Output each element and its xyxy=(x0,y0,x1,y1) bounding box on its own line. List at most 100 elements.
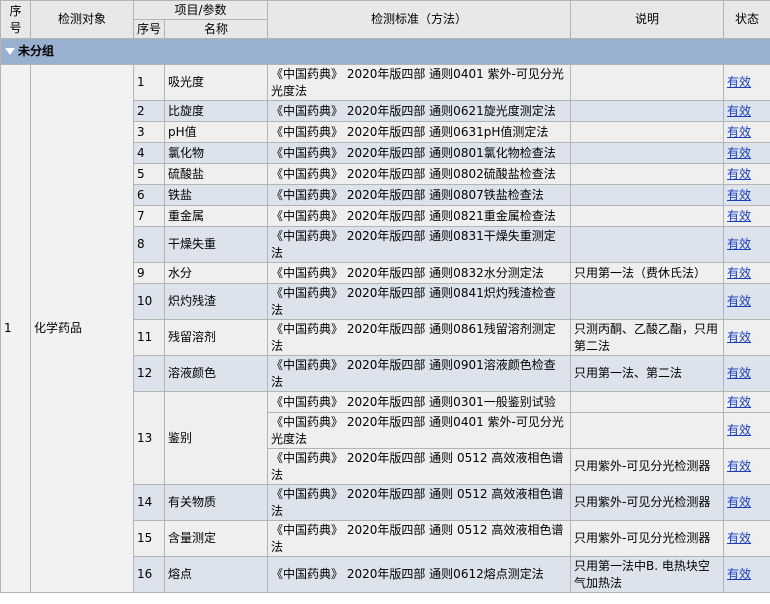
status-link[interactable]: 有效 xyxy=(727,495,751,509)
header-seq: 序号 xyxy=(0,0,31,39)
item-name-cell: 溶液颜色 xyxy=(163,355,269,392)
status-link[interactable]: 有效 xyxy=(727,294,751,308)
standard-cell: 《中国药典》 2020年版四部 通则0821重金属检查法 xyxy=(267,205,572,227)
item-seq-cell: 2 xyxy=(133,100,165,122)
item-name-cell: 氯化物 xyxy=(163,142,269,164)
status-link[interactable]: 有效 xyxy=(727,567,751,581)
status-cell: 有效 xyxy=(723,100,770,122)
status-link[interactable]: 有效 xyxy=(727,75,751,89)
note-cell xyxy=(570,184,725,206)
status-link[interactable]: 有效 xyxy=(727,104,751,118)
item-seq-cell: 16 xyxy=(133,556,165,593)
status-cell: 有效 xyxy=(723,556,770,593)
header-standard: 检测标准（方法） xyxy=(267,0,572,39)
status-cell: 有效 xyxy=(723,520,770,557)
status-link[interactable]: 有效 xyxy=(727,167,751,181)
item-seq-cell: 15 xyxy=(133,520,165,557)
status-cell: 有效 xyxy=(723,355,770,392)
status-cell: 有效 xyxy=(723,184,770,206)
item-name-cell: 有关物质 xyxy=(163,484,269,521)
header-status: 状态 xyxy=(723,0,770,39)
status-cell: 有效 xyxy=(723,205,770,227)
item-name-cell: 鉴别 xyxy=(163,391,269,485)
item-seq-cell: 10 xyxy=(133,283,165,320)
status-cell: 有效 xyxy=(723,262,770,284)
status-cell: 有效 xyxy=(723,412,770,449)
status-link[interactable]: 有效 xyxy=(727,459,751,473)
status-link[interactable]: 有效 xyxy=(727,188,751,202)
note-cell xyxy=(570,163,725,185)
group-label: 未分组 xyxy=(18,44,55,58)
item-name-cell: 吸光度 xyxy=(163,64,269,101)
status-link[interactable]: 有效 xyxy=(727,209,751,223)
table-row: 1 化学药品 1 吸光度 《中国药典》 2020年版四部 通则0401 紫外-可见分光光… xyxy=(0,64,770,593)
note-cell xyxy=(570,142,725,164)
note-cell: 只测丙酮、乙酸乙酯，只用第二法 xyxy=(570,319,725,356)
status-cell: 有效 xyxy=(723,319,770,356)
results-table: 序号 检测对象 项目/参数 检测标准（方法） 说明 状态 序号 名称 未分组 1… xyxy=(0,0,770,593)
status-link[interactable]: 有效 xyxy=(727,395,751,409)
standard-cell: 《中国药典》 2020年版四部 通则0861残留溶剂测定法 xyxy=(267,319,572,356)
status-cell: 有效 xyxy=(723,163,770,185)
status-cell: 有效 xyxy=(723,121,770,143)
header-item-param: 项目/参数 xyxy=(132,0,269,20)
standard-cell: 《中国药典》 2020年版四部 通则0807铁盐检查法 xyxy=(267,184,572,206)
group-row[interactable]: 未分组 xyxy=(0,38,770,65)
status-link[interactable]: 有效 xyxy=(727,146,751,160)
status-cell: 有效 xyxy=(723,391,770,413)
item-name-cell: pH值 xyxy=(163,121,269,143)
item-seq-cell: 1 xyxy=(133,64,165,101)
standard-cell: 《中国药典》 2020年版四部 通则0621旋光度测定法 xyxy=(267,100,572,122)
item-name-cell: 重金属 xyxy=(163,205,269,227)
header-object: 检测对象 xyxy=(30,0,134,39)
item-name-cell: 残留溶剂 xyxy=(163,319,269,356)
status-link[interactable]: 有效 xyxy=(727,423,751,437)
note-cell: 只用第一法、第二法 xyxy=(570,355,725,392)
object-name-cell: 化学药品 xyxy=(30,64,134,593)
status-link[interactable]: 有效 xyxy=(727,531,751,545)
note-cell xyxy=(570,283,725,320)
item-seq-cell: 8 xyxy=(133,226,165,263)
standard-cell: 《中国药典》 2020年版四部 通则0612熔点测定法 xyxy=(267,556,572,593)
standard-cell: 《中国药典》 2020年版四部 通则 0512 高效液相色谱法 xyxy=(267,448,572,485)
item-seq-cell: 7 xyxy=(133,205,165,227)
note-cell: 只用第一法中B. 电热块空气加热法 xyxy=(570,556,725,593)
item-name-cell: 水分 xyxy=(163,262,269,284)
collapse-triangle-icon[interactable] xyxy=(5,48,15,55)
item-name-cell: 比旋度 xyxy=(163,100,269,122)
status-link[interactable]: 有效 xyxy=(727,237,751,251)
item-seq-cell: 4 xyxy=(133,142,165,164)
standard-cell: 《中国药典》 2020年版四部 通则0631pH值测定法 xyxy=(267,121,572,143)
item-name-cell: 熔点 xyxy=(163,556,269,593)
item-seq-cell: 14 xyxy=(133,484,165,521)
note-cell: 只用第一法（费休氏法） xyxy=(570,262,725,284)
status-link[interactable]: 有效 xyxy=(727,330,751,344)
status-link[interactable]: 有效 xyxy=(727,366,751,380)
note-cell: 只用紫外-可见分光检测器 xyxy=(570,484,725,521)
item-seq-cell: 13 xyxy=(133,391,165,485)
item-name-cell: 铁盐 xyxy=(163,184,269,206)
standard-cell: 《中国药典》 2020年版四部 通则0841炽灼残渣检查法 xyxy=(267,283,572,320)
standard-cell: 《中国药典》 2020年版四部 通则0832水分测定法 xyxy=(267,262,572,284)
standard-cell: 《中国药典》 2020年版四部 通则0802硫酸盐检查法 xyxy=(267,163,572,185)
standard-cell: 《中国药典》 2020年版四部 通则0831干燥失重测定法 xyxy=(267,226,572,263)
note-cell: 只用紫外-可见分光检测器 xyxy=(570,520,725,557)
item-name-cell: 硫酸盐 xyxy=(163,163,269,185)
item-seq-cell: 12 xyxy=(133,355,165,392)
status-link[interactable]: 有效 xyxy=(727,266,751,280)
header-note: 说明 xyxy=(570,0,725,39)
item-seq-cell: 9 xyxy=(133,262,165,284)
note-cell xyxy=(570,226,725,263)
item-seq-cell: 3 xyxy=(133,121,165,143)
item-name-cell: 含量测定 xyxy=(163,520,269,557)
status-cell: 有效 xyxy=(723,64,770,101)
note-cell xyxy=(570,64,725,101)
object-seq-cell: 1 xyxy=(0,64,31,593)
note-cell xyxy=(570,391,725,413)
standard-cell: 《中国药典》 2020年版四部 通则0401 紫外-可见分光光度法 xyxy=(267,412,572,449)
note-cell xyxy=(570,205,725,227)
group-header[interactable]: 未分组 xyxy=(0,38,770,65)
item-seq-cell: 5 xyxy=(133,163,165,185)
status-link[interactable]: 有效 xyxy=(727,125,751,139)
note-cell xyxy=(570,412,725,449)
